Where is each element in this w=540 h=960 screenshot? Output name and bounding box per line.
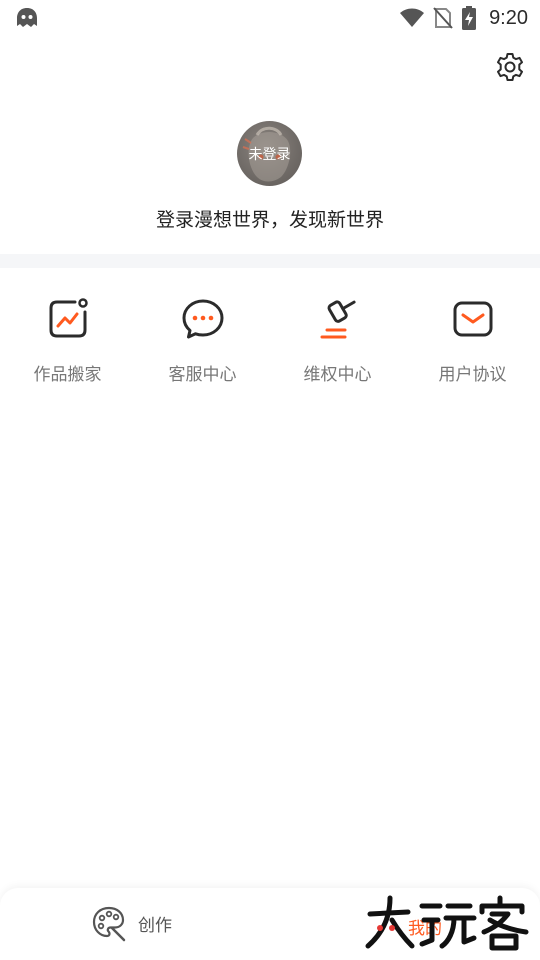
shortcut-rights-center[interactable]: 维权中心	[270, 290, 405, 390]
avatar[interactable]: 未登录	[237, 121, 302, 186]
settings-button[interactable]	[494, 51, 526, 83]
envelope-icon	[453, 301, 492, 337]
status-right: 9:20	[399, 4, 528, 32]
shortcut-grid: 作品搬家 客服中心 维权中心 用户协议	[0, 290, 540, 390]
shortcut-label: 用户协议	[438, 365, 507, 384]
shortcut-label: 维权中心	[303, 365, 372, 384]
palette-icon	[92, 906, 126, 942]
watermark-logo	[365, 895, 529, 951]
battery-charging-icon	[462, 6, 477, 30]
avatar-login-label: 未登录	[248, 145, 291, 162]
no-sim-icon	[433, 7, 453, 29]
shortcut-label: 作品搬家	[33, 365, 102, 384]
chat-bubble-icon	[182, 299, 223, 339]
shortcut-label: 客服中心	[168, 365, 237, 384]
shortcut-customer-service[interactable]: 客服中心	[135, 290, 270, 390]
nav-tab-create-label: 创作	[138, 915, 172, 935]
gavel-icon	[320, 300, 356, 339]
section-divider	[0, 254, 540, 268]
trend-card-icon	[49, 298, 88, 338]
status-bar: 9:20	[0, 0, 540, 36]
gear-icon	[497, 53, 523, 81]
shortcut-work-migration[interactable]: 作品搬家	[0, 290, 135, 390]
nav-tab-create[interactable]: 创作	[90, 904, 172, 942]
login-slogan[interactable]: 登录漫想世界，发现新世界	[0, 205, 540, 232]
wifi-icon	[400, 8, 425, 27]
app-ghost-icon	[17, 8, 37, 27]
status-time: 9:20	[489, 6, 528, 29]
shortcut-user-agreement[interactable]: 用户协议	[405, 290, 540, 390]
